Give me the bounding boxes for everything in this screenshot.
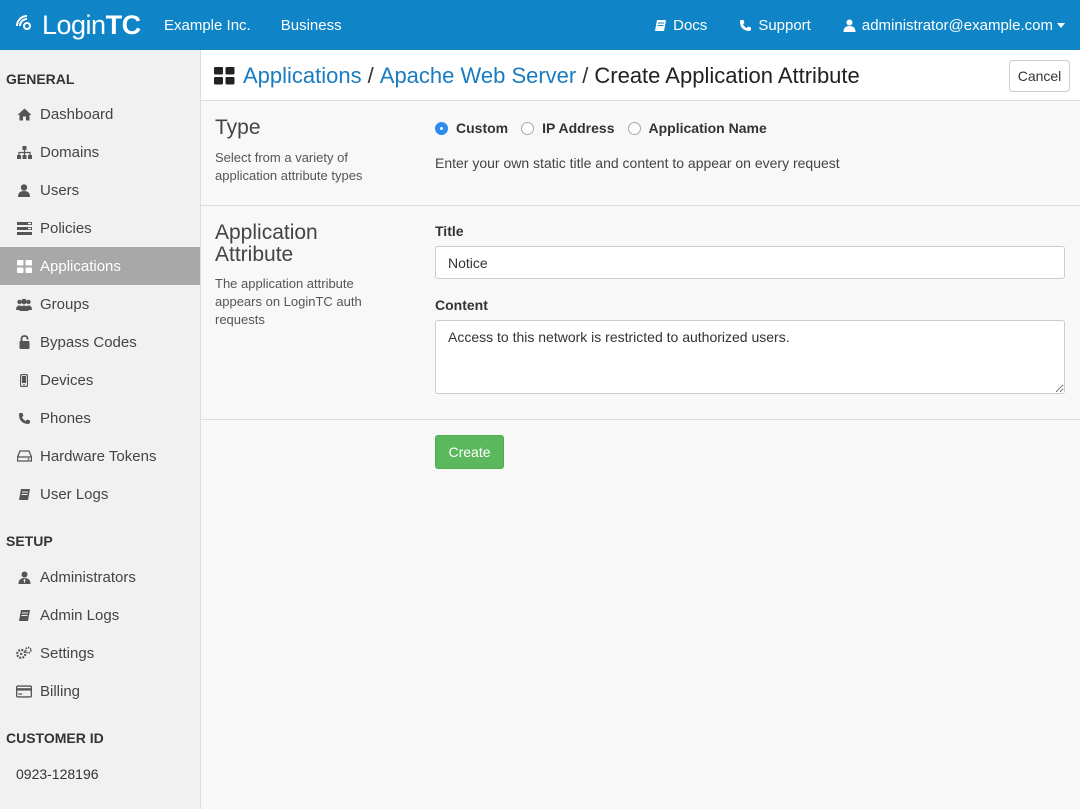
hdd-icon: [16, 448, 32, 464]
sidebar-item-label: Policies: [40, 219, 92, 237]
sidebar-item-label: Applications: [40, 257, 121, 275]
docs-label: Docs: [673, 16, 708, 34]
create-button[interactable]: Create: [435, 435, 504, 469]
sidebar-item-label: Administrators: [40, 568, 136, 586]
sidebar-item-hardware-tokens[interactable]: Hardware Tokens: [0, 437, 200, 475]
navbar-right: Docs Support administrator@example.com: [654, 0, 1080, 50]
docs-link[interactable]: Docs: [654, 17, 707, 34]
sidebar-item-phones[interactable]: Phones: [0, 399, 200, 437]
sidebar-item-user-logs[interactable]: User Logs: [0, 475, 200, 513]
sidebar-item-settings[interactable]: Settings: [0, 634, 200, 672]
sidebar-item-label: Bypass Codes: [40, 333, 137, 351]
page-title: Create Application Attribute: [594, 63, 860, 88]
radio-label: Custom: [456, 120, 509, 136]
list-icon: [16, 220, 32, 236]
breadcrumb-apache-link[interactable]: Apache Web Server: [380, 63, 576, 89]
sidebar-item-domains[interactable]: Domains: [0, 133, 200, 171]
radio-custom[interactable]: Custom: [435, 120, 508, 136]
page-title-bar: Applications / Apache Web Server / Creat…: [201, 50, 1080, 101]
sidebar-item-label: Users: [40, 181, 80, 199]
book-icon: [16, 486, 32, 502]
top-navbar: LoginTC Example Inc. Business Docs Suppo…: [0, 0, 1080, 50]
applications-grid-icon: [214, 67, 235, 85]
attribute-section-description: The application attribute appears on Log…: [215, 276, 362, 327]
sidebar-item-admin-logs[interactable]: Admin Logs: [0, 596, 200, 634]
sidebar-item-label: Hardware Tokens: [40, 447, 157, 465]
user-email: administrator@example.com: [861, 16, 1053, 34]
attribute-section-title: Application Attribute: [215, 221, 318, 266]
plan-link[interactable]: Business: [281, 17, 342, 34]
logintc-logo-icon: [16, 15, 31, 30]
sitemap-icon: [16, 144, 32, 160]
sidebar-item-label: User Logs: [40, 485, 109, 503]
sidebar-item-policies[interactable]: Policies: [0, 209, 200, 247]
customer-id-value: 0923-128196: [16, 766, 99, 782]
cancel-button[interactable]: Cancel: [1009, 60, 1070, 92]
sidebar-heading-general: GENERAL: [6, 71, 75, 87]
main-content: Applications / Apache Web Server / Creat…: [201, 50, 1080, 809]
type-radio-group: Custom IP Address Application Name: [435, 120, 780, 136]
sidebar-item-dashboard[interactable]: Dashboard: [0, 95, 200, 133]
book-icon: [655, 19, 667, 31]
book-icon: [16, 607, 32, 623]
sidebar-item-label: Dashboard: [40, 105, 114, 123]
support-link[interactable]: Support: [739, 17, 811, 34]
sidebar-item-label: Settings: [40, 644, 95, 662]
radio-selected-indicator: [435, 121, 448, 135]
sidebar-heading-setup: SETUP: [6, 533, 53, 549]
phone-icon: [740, 19, 752, 31]
credit-card-icon: [16, 683, 32, 699]
breadcrumb: Applications / Apache Web Server / Creat…: [214, 63, 860, 89]
gears-icon: [16, 645, 32, 661]
sidebar-item-groups[interactable]: Groups: [0, 285, 200, 323]
content-textarea[interactable]: Access to this network is restricted to …: [435, 320, 1065, 394]
sidebar-item-label: Groups: [40, 295, 90, 313]
admin-user-icon: [843, 19, 856, 32]
group-icon: [16, 296, 32, 312]
phone-icon: [16, 410, 32, 426]
title-label: Title: [435, 223, 464, 239]
content-label: Content: [435, 297, 488, 313]
sidebar-item-label: Domains: [40, 143, 100, 161]
sidebar-item-label: Billing: [40, 682, 81, 700]
support-label: Support: [758, 16, 811, 34]
breadcrumb-separator: /: [367, 63, 374, 88]
mobile-icon: [16, 372, 32, 388]
sidebar-heading-customer-id: CUSTOMER ID: [6, 730, 104, 746]
sidebar-item-users[interactable]: Users: [0, 171, 200, 209]
type-section-description: Select from a variety of application att…: [215, 150, 363, 183]
grid-icon: [16, 258, 32, 274]
radio-application-name[interactable]: Application Name: [627, 120, 767, 136]
sidebar-item-administrators[interactable]: Administrators: [0, 558, 200, 596]
brand-name: LoginTC: [42, 9, 141, 40]
home-icon: [16, 106, 32, 122]
type-section-title: Type: [215, 116, 261, 139]
type-help-text: Enter your own static title and content …: [435, 155, 840, 171]
radio-ip-address[interactable]: IP Address: [521, 120, 615, 136]
sidebar-item-billing[interactable]: Billing: [0, 672, 200, 710]
sidebar-item-label: Phones: [40, 409, 91, 427]
sidebar-item-label: Devices: [40, 371, 94, 389]
breadcrumb-applications-link[interactable]: Applications: [243, 63, 362, 89]
unlock-icon: [16, 334, 32, 350]
sidebar-item-bypass-codes[interactable]: Bypass Codes: [0, 323, 200, 361]
sidebar: GENERAL Dashboard Domains Users Policies…: [0, 50, 201, 809]
sidebar-item-devices[interactable]: Devices: [0, 361, 200, 399]
caret-down-icon: [1057, 22, 1065, 28]
type-section: Type Select from a variety of applicatio…: [201, 101, 1080, 206]
radio-label: Application Name: [648, 120, 767, 136]
user-icon: [16, 182, 32, 198]
sidebar-item-label: Admin Logs: [40, 606, 120, 624]
title-input[interactable]: [435, 246, 1065, 279]
user-menu[interactable]: administrator@example.com: [843, 17, 1065, 34]
radio-label: IP Address: [542, 120, 615, 136]
sidebar-item-applications[interactable]: Applications: [0, 247, 200, 285]
logintc-logo[interactable]: LoginTC: [16, 0, 156, 50]
admin-icon: [16, 569, 32, 585]
radio-indicator: [627, 121, 641, 135]
org-name-link[interactable]: Example Inc.: [164, 17, 251, 34]
radio-indicator: [521, 121, 535, 135]
breadcrumb-separator: /: [582, 63, 589, 88]
